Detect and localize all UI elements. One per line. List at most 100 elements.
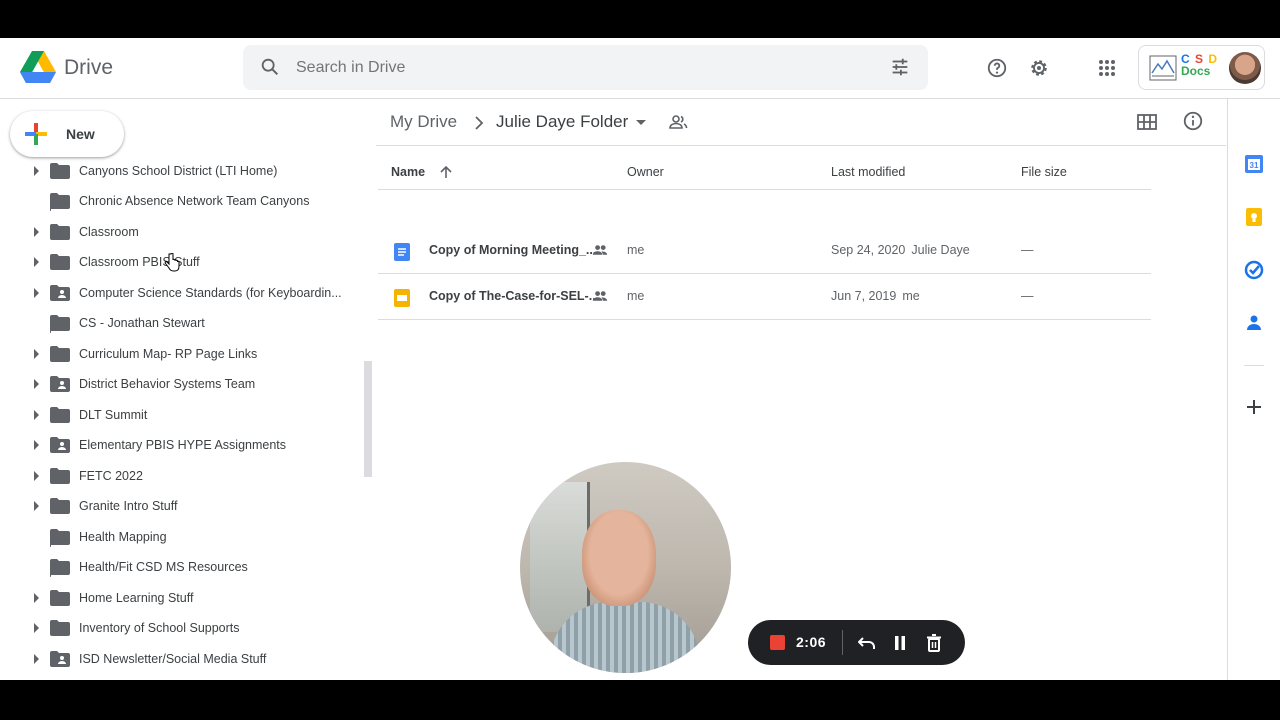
tree-item[interactable]: Elementary PBIS HYPE Assignments [0, 430, 360, 460]
tree-item-label: Computer Science Standards (for Keyboard… [79, 286, 342, 300]
breadcrumb-current-folder[interactable]: Julie Daye Folder [496, 112, 628, 132]
file-last-modified: Sep 24, 2020 Julie Daye [831, 243, 970, 257]
chevron-right-icon [475, 116, 484, 130]
sidebar-scrollbar[interactable] [364, 361, 372, 477]
expand-arrow-icon[interactable] [34, 227, 39, 237]
stop-recording-button[interactable] [770, 635, 785, 650]
folder-menu-dropdown-icon[interactable] [636, 120, 646, 125]
folder-icon [50, 407, 70, 423]
file-owner: me [627, 289, 645, 303]
webcam-bubble[interactable] [520, 462, 731, 673]
expand-arrow-icon[interactable] [34, 654, 39, 664]
help-button[interactable] [982, 53, 1012, 83]
undo-icon [858, 637, 875, 649]
keep-icon[interactable] [1244, 207, 1264, 227]
settings-button[interactable] [1024, 53, 1054, 83]
tree-item[interactable]: DLT Summit [0, 400, 360, 430]
tree-item[interactable]: ISD Newsletter/Social Media Stuff [0, 644, 360, 674]
svg-text:31: 31 [1250, 161, 1259, 170]
expand-arrow-icon[interactable] [34, 593, 39, 603]
tree-item[interactable]: Health Mapping [0, 522, 360, 552]
tree-item[interactable]: Health/Fit CSD MS Resources [0, 552, 360, 582]
file-last-modified: Jun 7, 2019 me [831, 289, 920, 303]
column-last-modified[interactable]: Last modified [831, 165, 905, 179]
contacts-icon[interactable] [1244, 313, 1264, 333]
expand-arrow-icon[interactable] [34, 379, 39, 389]
search-input[interactable] [296, 45, 856, 90]
shared-folder-icon [50, 376, 70, 392]
tree-item[interactable]: District Behavior Systems Team [0, 369, 360, 399]
drive-logo-icon[interactable] [20, 51, 56, 83]
brand-docs: Docs [1181, 64, 1211, 78]
expand-arrow-icon[interactable] [34, 288, 39, 298]
file-name[interactable]: Copy of The-Case-for-SEL-... [429, 289, 599, 303]
tree-item-label: Classroom [79, 225, 139, 239]
folder-icon [50, 498, 70, 514]
avatar[interactable] [1229, 52, 1261, 84]
hand-cursor-icon [164, 253, 180, 272]
expand-arrow-icon[interactable] [34, 410, 39, 420]
apps-grid-icon [1099, 60, 1115, 76]
tree-item[interactable]: Chronic Absence Network Team Canyons [0, 186, 360, 216]
delete-recording-button[interactable] [923, 632, 945, 654]
tree-item[interactable]: Canyons School District (LTI Home) [0, 156, 360, 186]
tree-item-label: Classroom PBIS Stuff [79, 255, 200, 269]
folder-shortcut-icon [50, 559, 70, 577]
folder-icon [50, 163, 70, 179]
file-name[interactable]: Copy of Morning Meeting_... [429, 243, 596, 257]
tree-item[interactable]: Classroom PBIS Stuff [0, 247, 360, 277]
calendar-icon[interactable]: 31 [1244, 154, 1264, 174]
tree-item[interactable]: FETC 2022 [0, 461, 360, 491]
column-owner[interactable]: Owner [627, 165, 664, 179]
search-bar[interactable] [243, 45, 928, 90]
sort-ascending-icon[interactable] [439, 164, 453, 180]
tree-item-label: Health Mapping [79, 530, 167, 544]
canyons-logo-icon [1149, 55, 1177, 81]
tree-item[interactable]: Computer Science Standards (for Keyboard… [0, 278, 360, 308]
shared-icon [592, 291, 608, 301]
gear-icon [1031, 60, 1047, 76]
tasks-icon[interactable] [1244, 260, 1264, 280]
app-name[interactable]: Drive [64, 56, 113, 80]
tree-item[interactable]: Inventory of School Supports [0, 613, 360, 643]
expand-arrow-icon[interactable] [34, 501, 39, 511]
account-button[interactable]: C S D Docs [1138, 45, 1265, 90]
folder-shortcut-icon [50, 529, 70, 547]
pause-recording-button[interactable] [889, 632, 911, 654]
table-row[interactable]: Copy of Morning Meeting_... me Sep 24, 2… [378, 228, 1151, 274]
grid-view-icon[interactable] [1136, 111, 1158, 133]
tree-item[interactable]: Home Learning Stuff [0, 583, 360, 613]
expand-arrow-icon[interactable] [34, 471, 39, 481]
apps-button[interactable] [1092, 53, 1122, 83]
shared-people-icon[interactable] [668, 113, 688, 131]
tree-item[interactable]: Granite Intro Stuff [0, 491, 360, 521]
file-size: — [1021, 289, 1034, 303]
table-row[interactable]: Copy of The-Case-for-SEL-... me Jun 7, 2… [378, 274, 1151, 320]
shared-icon [592, 245, 608, 255]
info-icon[interactable] [1182, 110, 1204, 132]
expand-arrow-icon[interactable] [34, 166, 39, 176]
folder-icon [50, 224, 70, 240]
side-panel: 31 [1227, 99, 1280, 680]
expand-arrow-icon[interactable] [34, 349, 39, 359]
google-slides-icon [394, 289, 410, 307]
expand-arrow-icon[interactable] [34, 623, 39, 633]
new-button[interactable]: New [10, 111, 124, 157]
tree-item[interactable]: Curriculum Map- RP Page Links [0, 339, 360, 369]
trash-icon [927, 634, 941, 652]
column-file-size[interactable]: File size [1021, 165, 1067, 179]
search-options-icon[interactable] [889, 56, 911, 78]
expand-arrow-icon[interactable] [34, 257, 39, 267]
folder-icon [50, 590, 70, 606]
column-name[interactable]: Name [391, 165, 452, 179]
tree-item[interactable]: Classroom [0, 217, 360, 247]
breadcrumb-my-drive[interactable]: My Drive [390, 112, 457, 132]
help-icon [987, 58, 1007, 78]
search-icon[interactable] [259, 56, 281, 78]
expand-arrow-icon[interactable] [34, 440, 39, 450]
add-addon-icon[interactable] [1244, 397, 1264, 417]
restart-recording-button[interactable] [856, 632, 878, 654]
tree-item[interactable]: CS - Jonathan Stewart [0, 308, 360, 338]
main-divider [376, 145, 1226, 146]
tree-item-label: CS - Jonathan Stewart [79, 316, 205, 330]
